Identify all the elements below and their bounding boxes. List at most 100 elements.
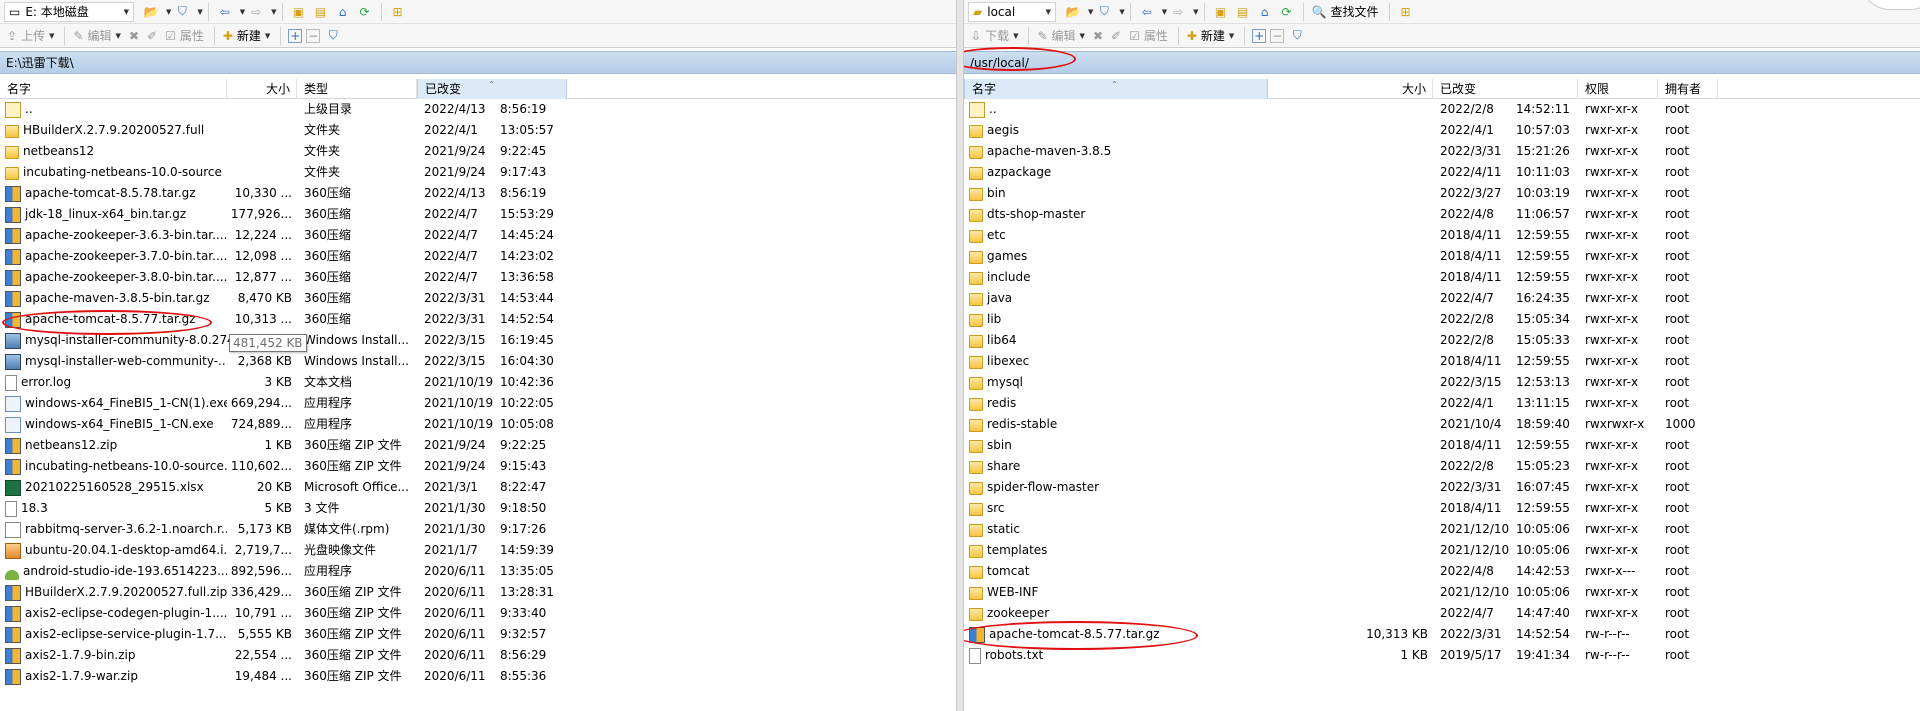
file-row[interactable]: apache-maven-3.8.5 2022/3/31 15:21:26 rwxr-… <box>964 141 1920 162</box>
chevron-down-icon[interactable]: ▼ <box>1088 8 1093 16</box>
file-row[interactable]: netbeans12.zip 1 KB 360压缩 ZIP 文件 2021/9/24 9… <box>0 435 956 456</box>
file-row[interactable]: incubating-netbeans-10.0-source 文件夹 2021/9… <box>0 162 956 183</box>
back-icon[interactable]: ⇦ <box>216 3 234 21</box>
collapse-icon[interactable]: − <box>1270 28 1285 43</box>
file-row[interactable]: apache-tomcat-8.5.77.tar.gz 10,313 KB 2022… <box>964 624 1920 645</box>
file-row[interactable]: HBuilderX.2.7.9.20200527.full.zip 336,429… <box>0 582 956 603</box>
root-folder-icon[interactable]: ▤ <box>312 3 330 21</box>
file-row[interactable]: etc 2018/4/11 12:59:55 rwxr-xr-x root <box>964 225 1920 246</box>
open-folder-icon[interactable]: 📂 <box>142 3 160 21</box>
download-button[interactable]: ⇩ 下载 ▼ <box>968 26 1021 46</box>
parent-folder-icon[interactable]: ▣ <box>290 3 308 21</box>
filter-icon[interactable]: ⛉ <box>173 3 191 21</box>
file-row[interactable]: error.log 3 KB 文本文档 2021/10/19 10:42:36 <box>0 372 956 393</box>
forward-icon[interactable]: ⇨ <box>247 3 265 21</box>
file-row[interactable]: mysql-installer-web-community-... 2,368 K… <box>0 351 956 372</box>
file-row[interactable]: apache-zookeeper-3.7.0-bin.tar.... 12,098… <box>0 246 956 267</box>
tree-view-icon[interactable]: ⊞ <box>389 3 407 21</box>
file-row[interactable]: axis2-eclipse-codegen-plugin-1.... 10,791… <box>0 603 956 624</box>
chevron-down-icon[interactable]: ▼ <box>1119 8 1124 16</box>
file-row[interactable]: bin 2022/3/27 10:03:19 rwxr-xr-x root <box>964 183 1920 204</box>
expand-icon[interactable]: + <box>288 28 303 43</box>
upload-button[interactable]: ⇪ 上传 ▼ <box>4 26 57 46</box>
file-row[interactable]: java 2022/4/7 16:24:35 rwxr-xr-x root <box>964 288 1920 309</box>
file-row[interactable]: apache-zookeeper-3.8.0-bin.tar.... 12,877… <box>0 267 956 288</box>
chevron-down-icon[interactable]: ▼ <box>271 8 276 16</box>
file-row[interactable]: dts-shop-master 2022/4/8 11:06:57 rwxr-xr-x… <box>964 204 1920 225</box>
file-row[interactable]: src 2018/4/11 12:59:55 rwxr-xr-x root <box>964 498 1920 519</box>
file-row[interactable]: jdk-18_linux-x64_bin.tar.gz 177,926... 360… <box>0 204 956 225</box>
file-row[interactable]: zookeeper 2022/4/7 14:47:40 rwxr-xr-x root <box>964 603 1920 624</box>
open-folder-icon[interactable]: 📂 <box>1064 3 1082 21</box>
properties-button[interactable]: ☑ 属性 <box>1126 26 1171 46</box>
column-name[interactable]: ⌃ 名字 <box>964 78 1268 99</box>
remote-path-bar[interactable]: /usr/local/ <box>964 51 1920 74</box>
column-size[interactable]: 大小 <box>1268 78 1433 99</box>
rename-button[interactable]: ✐ <box>1108 26 1124 46</box>
chevron-down-icon[interactable]: ▼ <box>240 8 245 16</box>
filter-icon[interactable]: ⛉ <box>324 27 342 45</box>
local-drive-select[interactable]: ▭ E: 本地磁盘 ▼ <box>4 1 134 22</box>
column-modified[interactable]: 已改变 <box>1433 78 1578 99</box>
filter-icon[interactable]: ⛉ <box>1095 3 1113 21</box>
file-row[interactable]: share 2022/2/8 15:05:23 rwxr-xr-x root <box>964 456 1920 477</box>
chevron-down-icon[interactable]: ▼ <box>166 8 171 16</box>
file-row[interactable]: 20210225160528_29515.xlsx 20 KB Microsoft … <box>0 477 956 498</box>
forward-icon[interactable]: ⇨ <box>1169 3 1187 21</box>
file-row[interactable]: axis2-eclipse-service-plugin-1.7.... 5,55… <box>0 624 956 645</box>
file-row[interactable]: android-studio-ide-193.6514223... 892,596… <box>0 561 956 582</box>
root-folder-icon[interactable]: ▤ <box>1234 3 1252 21</box>
file-row[interactable]: axis2-1.7.9-bin.zip 22,554 ... 360压缩 ZIP 文… <box>0 645 956 666</box>
edit-button[interactable]: ✎ 编辑 ▼ <box>1034 26 1087 46</box>
file-row[interactable]: sbin 2018/4/11 12:59:55 rwxr-xr-x root <box>964 435 1920 456</box>
column-size[interactable]: 大小 <box>227 78 297 99</box>
column-name[interactable]: 名字 <box>0 78 227 99</box>
file-row[interactable]: apache-zookeeper-3.6.3-bin.tar.... 12,224… <box>0 225 956 246</box>
file-row[interactable]: rabbitmq-server-3.6.2-1.noarch.r... 5,173… <box>0 519 956 540</box>
file-row[interactable]: static 2021/12/10 10:05:06 rwxr-xr-x root <box>964 519 1920 540</box>
file-row[interactable]: lib 2022/2/8 15:05:34 rwxr-xr-x root <box>964 309 1920 330</box>
refresh-icon[interactable]: ⟳ <box>356 3 374 21</box>
local-path-bar[interactable]: E:\迅雷下载\ <box>0 51 956 74</box>
file-row[interactable]: redis 2022/4/1 13:11:15 rwxr-xr-x root <box>964 393 1920 414</box>
chevron-down-icon[interactable]: ▼ <box>1162 8 1167 16</box>
file-row[interactable]: mysql 2022/3/15 12:53:13 rwxr-xr-x root <box>964 372 1920 393</box>
properties-button[interactable]: ☑ 属性 <box>162 26 207 46</box>
file-row[interactable]: redis-stable 2021/10/4 18:59:40 rwxrwxr-x 10… <box>964 414 1920 435</box>
file-row[interactable]: ubuntu-20.04.1-desktop-amd64.i... 2,719,7… <box>0 540 956 561</box>
delete-button[interactable]: ✖ <box>1090 26 1106 46</box>
back-icon[interactable]: ⇦ <box>1138 3 1156 21</box>
parent-folder-icon[interactable]: ▣ <box>1212 3 1230 21</box>
chevron-down-icon[interactable]: ▼ <box>1193 8 1198 16</box>
home-icon[interactable]: ⌂ <box>1256 3 1274 21</box>
file-row[interactable]: templates 2021/12/10 10:05:06 rwxr-xr-x root <box>964 540 1920 561</box>
rename-button[interactable]: ✐ <box>144 26 160 46</box>
file-row[interactable]: apache-tomcat-8.5.78.tar.gz 10,330 ... 360… <box>0 183 956 204</box>
pane-splitter[interactable] <box>956 0 964 711</box>
column-type[interactable]: 类型 <box>297 78 417 99</box>
edit-button[interactable]: ✎ 编辑 ▼ <box>70 26 123 46</box>
file-row[interactable]: netbeans12 文件夹 2021/9/24 9:22:45 <box>0 141 956 162</box>
file-row[interactable]: games 2018/4/11 12:59:55 rwxr-xr-x root <box>964 246 1920 267</box>
file-row[interactable]: 18.3 5 KB 3 文件 2021/1/30 9:18:50 <box>0 498 956 519</box>
column-owner[interactable]: 拥有者 <box>1658 78 1718 99</box>
file-row[interactable]: WEB-INF 2021/12/10 10:05:06 rwxr-xr-x root <box>964 582 1920 603</box>
file-row[interactable]: spider-flow-master 2022/3/31 16:07:45 rwxr-… <box>964 477 1920 498</box>
new-button[interactable]: ✚ 新建 ▼ <box>220 26 273 46</box>
file-row[interactable]: tomcat 2022/4/8 14:42:53 rwxr-x--- root <box>964 561 1920 582</box>
expand-icon[interactable]: + <box>1252 28 1267 43</box>
chevron-down-icon[interactable]: ▼ <box>197 8 202 16</box>
file-row[interactable]: axis2-1.7.9-war.zip 19,484 ... 360压缩 ZIP 文… <box>0 666 956 687</box>
column-permissions[interactable]: 权限 <box>1578 78 1658 99</box>
tree-view-icon[interactable]: ⊞ <box>1397 3 1415 21</box>
home-icon[interactable]: ⌂ <box>334 3 352 21</box>
file-row[interactable]: include 2018/4/11 12:59:55 rwxr-xr-x root <box>964 267 1920 288</box>
filter-icon[interactable]: ⛉ <box>1288 27 1306 45</box>
file-row[interactable]: .. 上级目录 2022/4/13 8:56:19 <box>0 99 956 120</box>
file-row[interactable]: apache-maven-3.8.5-bin.tar.gz 8,470 KB 360… <box>0 288 956 309</box>
refresh-icon[interactable]: ⟳ <box>1278 3 1296 21</box>
collapse-icon[interactable]: − <box>306 28 321 43</box>
file-row[interactable]: .. 2022/2/8 14:52:11 rwxr-xr-x root <box>964 99 1920 120</box>
file-row[interactable]: windows-x64_FineBI5_1-CN(1).exe 669,294..… <box>0 393 956 414</box>
file-row[interactable]: incubating-netbeans-10.0-source... 110,60… <box>0 456 956 477</box>
